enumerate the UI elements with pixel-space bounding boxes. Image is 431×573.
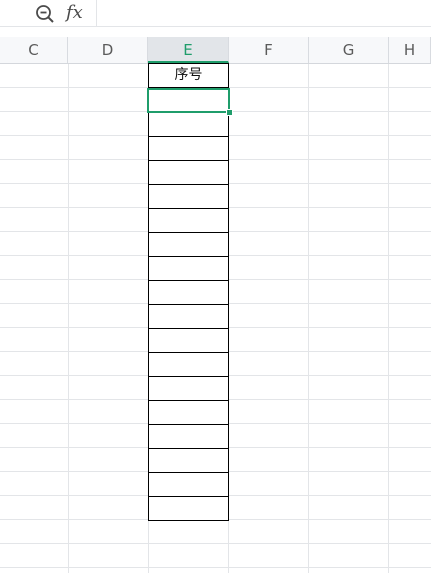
table-cell[interactable] — [148, 280, 229, 305]
column-header-c[interactable]: C — [0, 37, 68, 63]
column-header-d[interactable]: D — [68, 37, 148, 63]
table-cell[interactable] — [148, 112, 229, 137]
active-cell-selection[interactable] — [147, 88, 230, 113]
table-cell[interactable] — [148, 208, 229, 233]
table-cell[interactable] — [148, 472, 229, 497]
table-cell[interactable] — [148, 424, 229, 449]
column-header-row: C D E F G H — [0, 37, 431, 64]
fx-label[interactable]: fx — [66, 0, 83, 26]
column-gridline — [68, 64, 69, 573]
zoom-out-icon[interactable] — [34, 3, 56, 25]
column-header-g[interactable]: G — [309, 37, 389, 63]
column-gridline — [308, 64, 309, 573]
table-cell[interactable] — [148, 376, 229, 401]
table-cell[interactable] — [148, 232, 229, 257]
table-cell[interactable] — [148, 184, 229, 209]
table-cell[interactable] — [148, 352, 229, 377]
table-cell[interactable] — [148, 160, 229, 185]
row-gridline — [0, 543, 431, 544]
table-cell[interactable] — [148, 328, 229, 353]
table-cell[interactable] — [148, 496, 229, 521]
fill-handle[interactable] — [226, 109, 233, 116]
column-gridline — [388, 64, 389, 573]
column-header-h[interactable]: H — [389, 37, 431, 63]
table-cell[interactable] — [148, 256, 229, 281]
header-cell-serial-number[interactable]: 序号 — [148, 63, 229, 88]
row-gridline — [0, 567, 431, 568]
table-cell[interactable] — [148, 448, 229, 473]
table-cell[interactable] — [148, 304, 229, 329]
table-cell[interactable] — [148, 136, 229, 161]
formula-input[interactable] — [97, 0, 431, 26]
column-header-f[interactable]: F — [229, 37, 309, 63]
column-header-e[interactable]: E — [148, 37, 229, 63]
table-cell[interactable] — [148, 400, 229, 425]
formula-bar: fx — [0, 0, 431, 27]
